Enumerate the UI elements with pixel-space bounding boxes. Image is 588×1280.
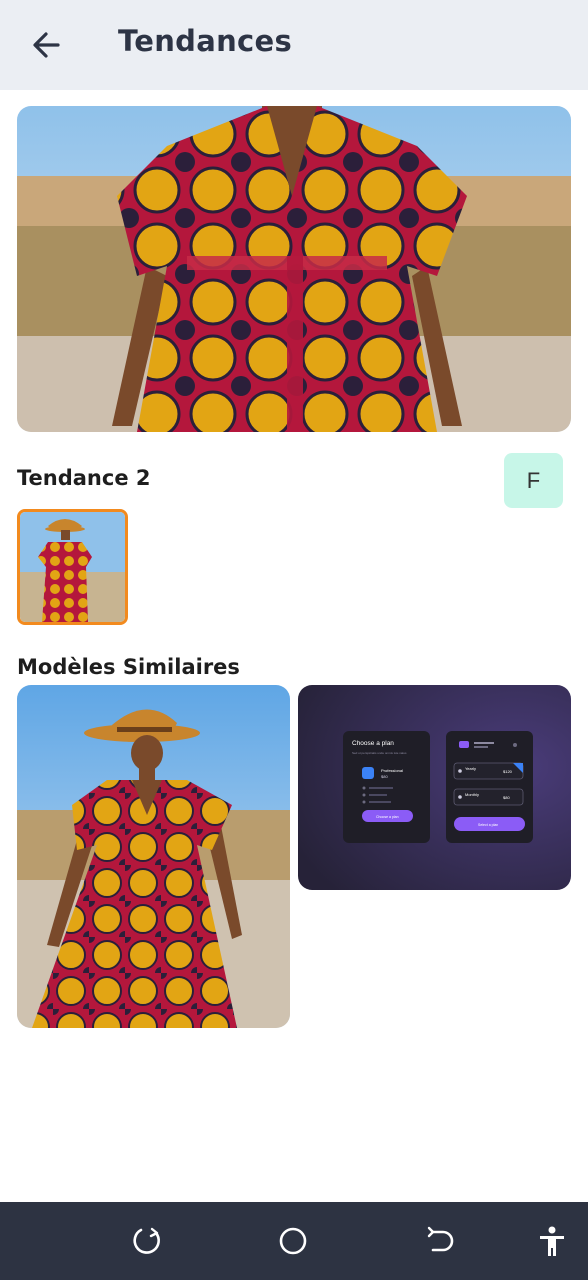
similar-model-card-1[interactable] <box>17 685 290 1028</box>
arrow-left-icon <box>33 32 60 58</box>
hero-image[interactable] <box>17 106 571 432</box>
system-navigation-bar <box>0 1202 588 1280</box>
section-title-similar: Modèles Similaires <box>17 655 240 679</box>
trend-thumbnail[interactable] <box>17 509 128 625</box>
back-nav-button[interactable] <box>423 1224 457 1258</box>
recent-apps-button[interactable] <box>130 1224 164 1258</box>
app-bar: Tendances <box>0 0 588 90</box>
recent-apps-icon <box>133 1227 160 1254</box>
plan-option-2-price: $80 <box>503 795 510 800</box>
plan-heading: Choose a plan <box>352 740 394 747</box>
similar-model-card-2[interactable]: Choose a plan Sed ut perspiciatis unde o… <box>298 685 571 890</box>
plan-name: Professional <box>381 768 403 773</box>
accessibility-icon <box>540 1226 564 1256</box>
plan-price: $80 <box>381 774 388 779</box>
accessibility-button[interactable] <box>535 1224 569 1258</box>
back-button[interactable] <box>30 28 64 62</box>
plan-option-1-price: $120 <box>503 769 513 774</box>
section-title-trend: Tendance 2 <box>17 466 151 490</box>
avatar-badge[interactable]: F <box>504 453 563 508</box>
home-button[interactable] <box>276 1224 310 1258</box>
back-nav-icon <box>427 1226 454 1252</box>
select-plan-button-label[interactable]: Select a plan <box>478 823 498 827</box>
home-circle-icon <box>279 1227 307 1255</box>
plan-subheading: Sed ut perspiciatis unde omnis iste natu… <box>352 751 407 755</box>
plan-option-2-label: Monthly <box>465 792 479 797</box>
plan-button-label[interactable]: Choose a plan <box>376 815 399 819</box>
page-title: Tendances <box>118 24 293 58</box>
plan-option-1-label: Yearly <box>465 766 476 771</box>
